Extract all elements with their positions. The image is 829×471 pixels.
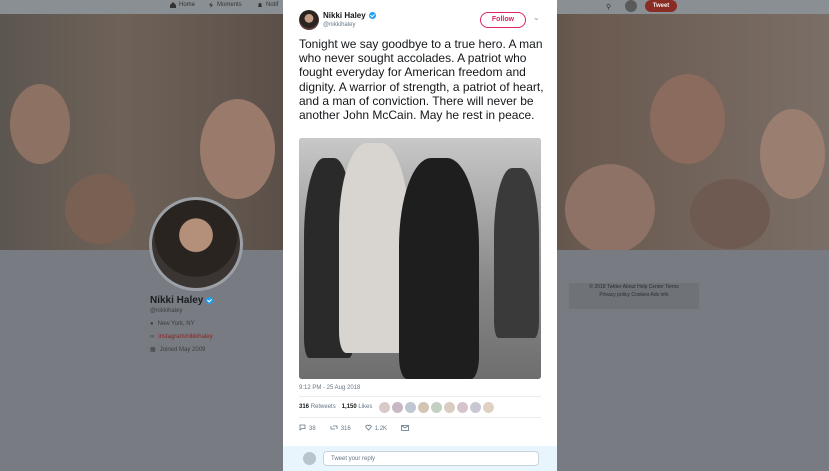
banner-face: [565, 164, 655, 254]
author-avatar[interactable]: [299, 10, 319, 30]
profile-location: ● New York, NY: [150, 321, 195, 327]
retweet-icon: [330, 424, 338, 433]
retweets-label: Retweets: [310, 404, 336, 410]
nav-notifications[interactable]: Notif: [257, 2, 278, 8]
search-icon[interactable]: ⚲: [606, 3, 611, 11]
footer-line-2[interactable]: Privacy policy Cookies Ads info: [569, 291, 699, 299]
location-pin-icon: ●: [150, 321, 154, 327]
profile-link[interactable]: ∞ instagram/nikkihaley: [150, 334, 213, 340]
verified-badge-icon: [206, 297, 214, 304]
liker-avatar[interactable]: [483, 402, 494, 413]
author-handle[interactable]: @nikkihaley: [323, 22, 355, 28]
chevron-down-icon[interactable]: ⌄: [533, 13, 540, 22]
photo-figure: [399, 158, 479, 379]
author-name[interactable]: Nikki Haley: [323, 11, 376, 20]
retweet-action[interactable]: 316: [330, 424, 351, 433]
retweets-stat[interactable]: 316 Retweets: [299, 404, 336, 410]
tweet-timestamp[interactable]: 9:12 PM - 25 Aug 2018: [299, 385, 360, 391]
like-count: 1.2K: [374, 425, 388, 432]
profile-handle: @nikkihaley: [150, 308, 183, 314]
profile-joined-text: Joined May 2009: [159, 346, 206, 353]
message-action[interactable]: [401, 424, 409, 433]
liker-avatars: [379, 402, 494, 413]
profile-joined: ▦ Joined May 2009: [150, 346, 206, 354]
reply-action[interactable]: 38: [299, 424, 316, 433]
profile-name[interactable]: Nikki Haley: [150, 295, 214, 306]
retweet-count: 316: [340, 425, 351, 432]
likes-label: Likes: [358, 404, 373, 410]
tweet-photo[interactable]: [299, 138, 541, 379]
likes-count: 1,150: [341, 404, 357, 410]
bell-icon: [257, 2, 263, 8]
heart-icon: [365, 424, 372, 433]
liker-avatar[interactable]: [418, 402, 429, 413]
banner-face: [650, 74, 725, 164]
retweets-count: 316: [299, 404, 310, 410]
follow-button[interactable]: Follow: [480, 12, 526, 28]
nav-notifications-label: Notif: [266, 2, 279, 8]
profile-location-text: New York, NY: [157, 321, 195, 327]
profile-name-text: Nikki Haley: [150, 295, 204, 306]
like-action[interactable]: 1.2K: [365, 424, 387, 433]
nav-moments-label: Moments: [217, 2, 242, 8]
banner-face: [690, 179, 770, 249]
tweet-text: Tonight we say goodbye to a true hero. A…: [299, 37, 544, 123]
liker-avatar[interactable]: [457, 402, 468, 413]
reply-icon: [299, 424, 306, 433]
nav-home[interactable]: Home: [170, 2, 195, 8]
liker-avatar[interactable]: [431, 402, 442, 413]
liker-avatar[interactable]: [405, 402, 416, 413]
divider: [299, 417, 541, 418]
banner-face: [10, 84, 70, 164]
banner-face: [760, 109, 825, 199]
liker-avatar[interactable]: [379, 402, 390, 413]
envelope-icon: [401, 424, 409, 433]
lightning-icon: [208, 2, 214, 8]
footer-line-1[interactable]: © 2018 Twitter About Help Center Terms: [569, 283, 699, 291]
banner-face: [65, 174, 135, 244]
tweet-stats: 316 Retweets 1,150 Likes: [299, 404, 372, 410]
calendar-icon: ▦: [150, 347, 156, 353]
divider: [299, 396, 541, 397]
verified-badge-icon: [368, 12, 376, 19]
home-icon: [170, 2, 176, 8]
profile-link-text[interactable]: instagram/nikkihaley: [158, 334, 212, 340]
nav-avatar[interactable]: [625, 0, 637, 12]
liker-avatar[interactable]: [470, 402, 481, 413]
link-icon: ∞: [150, 334, 155, 340]
nav-tweet-button[interactable]: Tweet: [645, 0, 677, 12]
likes-stat[interactable]: 1,150 Likes: [342, 404, 373, 410]
author-name-text: Nikki Haley: [323, 11, 366, 20]
tweet-modal: Nikki Haley @nikkihaley Follow ⌄ Tonight…: [283, 0, 557, 471]
reply-count: 38: [309, 425, 316, 432]
reply-input[interactable]: Tweet your reply: [323, 451, 539, 466]
reply-bar: Tweet your reply: [283, 446, 557, 471]
nav-home-label: Home: [179, 2, 196, 8]
banner-face: [200, 99, 275, 199]
liker-avatar[interactable]: [444, 402, 455, 413]
photo-figure: [494, 168, 539, 338]
nav-moments[interactable]: Moments: [208, 2, 242, 8]
current-user-avatar: [303, 452, 316, 465]
profile-avatar[interactable]: [149, 197, 243, 291]
liker-avatar[interactable]: [392, 402, 403, 413]
footer-links: © 2018 Twitter About Help Center Terms P…: [569, 283, 699, 309]
tweet-actions: 38 316 1.2K: [299, 424, 409, 433]
